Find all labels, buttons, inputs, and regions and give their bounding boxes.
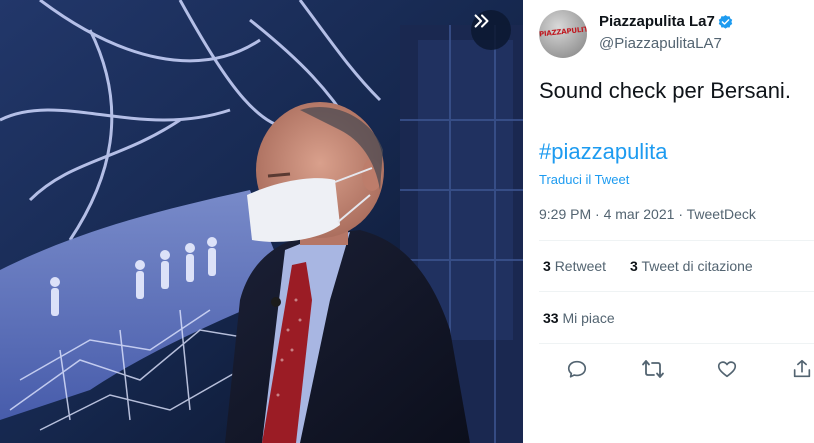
likes-label: Mi piace — [562, 310, 615, 326]
retweets-count: 3 — [543, 258, 551, 274]
tweet-date[interactable]: 4 mar 2021 — [604, 206, 675, 222]
likes-stat[interactable]: 33 Mi piace — [543, 310, 615, 326]
divider — [539, 240, 814, 241]
retweet-icon — [642, 360, 664, 378]
photo-image — [0, 0, 523, 443]
reply-button[interactable] — [563, 355, 591, 383]
chevrons-right-icon — [474, 14, 489, 28]
tweet-meta: 9:29 PM · 4 mar 2021 · TweetDeck — [539, 206, 756, 222]
reply-icon — [567, 360, 587, 378]
like-icon — [717, 361, 737, 378]
hashtag-link[interactable]: #piazzapulita — [539, 139, 667, 165]
tweet-photo[interactable] — [0, 0, 523, 443]
expand-button[interactable] — [471, 10, 511, 50]
share-button[interactable] — [788, 355, 814, 383]
divider — [539, 343, 814, 344]
retweets-stat[interactable]: 3 Retweet — [543, 258, 606, 274]
translate-tweet-link[interactable]: Traduci il Tweet — [539, 172, 629, 187]
retweet-button[interactable] — [639, 355, 667, 383]
avatar[interactable]: PIAZZAPULITA — [539, 10, 587, 58]
tweet-time[interactable]: 9:29 PM — [539, 206, 591, 222]
share-icon — [793, 359, 811, 378]
quotes-count: 3 — [630, 258, 638, 274]
retweets-label: Retweet — [554, 258, 607, 274]
tweet-panel: PIAZZAPULITA Piazzapulita La7 @Piazzapul… — [523, 0, 814, 443]
tweet-text: Sound check per Bersani. — [539, 78, 791, 103]
user-handle[interactable]: @PiazzapulitaLA7 — [599, 35, 722, 52]
verified-badge-icon — [718, 15, 733, 29]
divider — [539, 291, 814, 292]
like-button[interactable] — [713, 355, 741, 383]
tweet-source[interactable]: TweetDeck — [687, 206, 756, 222]
display-name[interactable]: Piazzapulita La7 — [599, 13, 715, 30]
likes-count: 33 — [543, 310, 559, 326]
quotes-label: Tweet di citazione — [641, 258, 753, 274]
quote-tweets-stat[interactable]: 3 Tweet di citazione — [630, 258, 753, 274]
meta-separator: · — [595, 206, 600, 222]
meta-separator: · — [678, 206, 683, 222]
avatar-logo-text: PIAZZAPULITA — [539, 24, 587, 39]
